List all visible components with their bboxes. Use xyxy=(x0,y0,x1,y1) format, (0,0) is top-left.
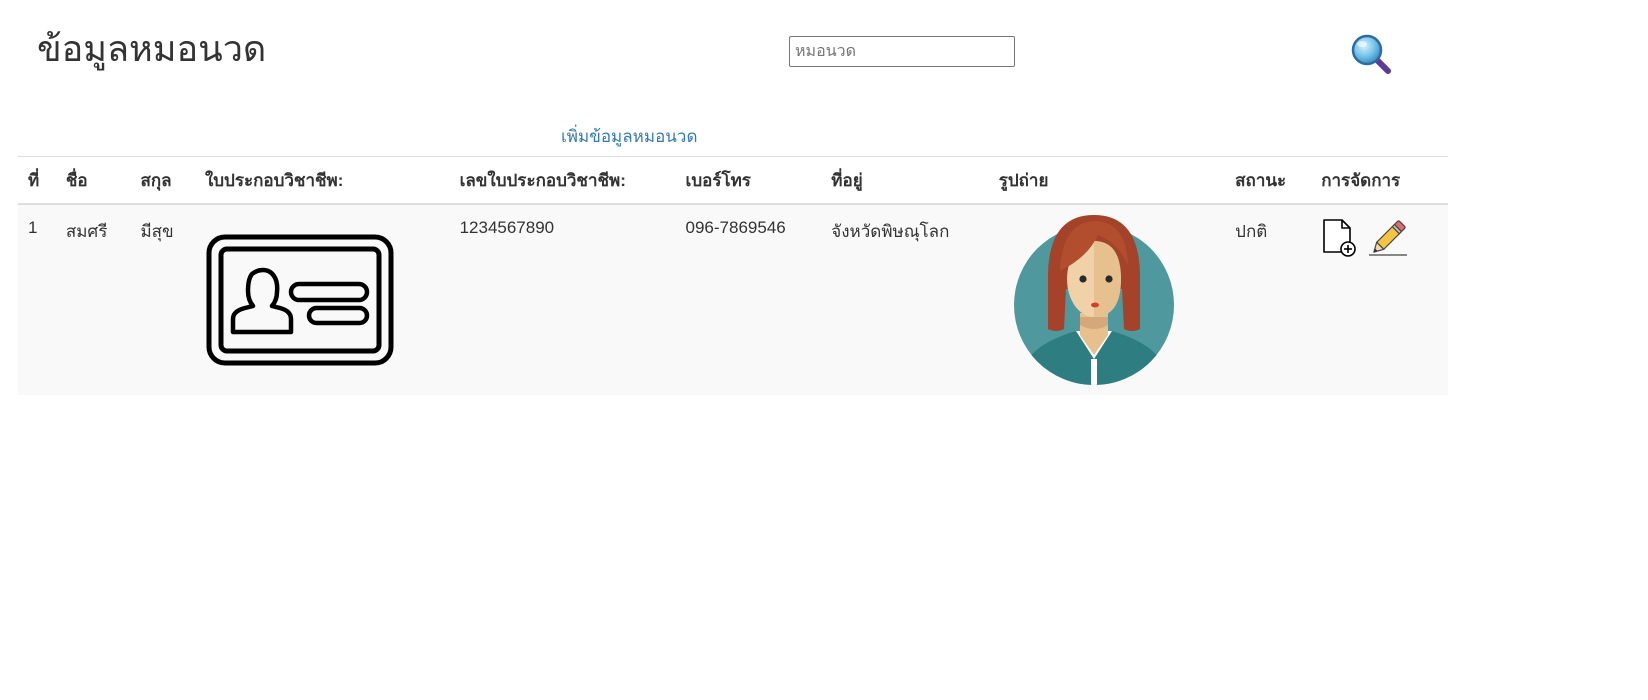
cell-license xyxy=(194,204,450,395)
pencil-icon xyxy=(1368,220,1407,256)
header-phone: เบอร์โทร xyxy=(675,156,822,205)
table-header-row: ที่ ชื่อ สกุล ใบประกอบวิชาชีพ: เลขใบประก… xyxy=(18,156,1448,205)
search-input[interactable] xyxy=(789,36,1015,67)
id-card-icon xyxy=(206,234,394,366)
cell-first-name: สมศรี xyxy=(55,204,131,395)
cell-no: 1 xyxy=(18,204,56,395)
search-button[interactable] xyxy=(1349,32,1393,76)
page-title: ข้อมูลหมอนวด xyxy=(37,28,267,69)
header-no: ที่ xyxy=(18,156,56,205)
header-first-name: ชื่อ xyxy=(55,156,131,205)
cell-status: ปกติ xyxy=(1225,204,1312,395)
cell-actions xyxy=(1311,204,1448,395)
cell-phone: 096-7869546 xyxy=(675,204,822,395)
cell-address: จังหวัดพิษณุโลก xyxy=(821,204,989,395)
magnifier-icon xyxy=(1351,34,1391,74)
masseuse-table: ที่ ชื่อ สกุล ใบประกอบวิชาชีพ: เลขใบประก… xyxy=(18,156,1448,395)
table-row: 1 สมศรี มีสุข 1234567890 096-7869546 จัง… xyxy=(18,204,1448,395)
cell-license-no: 1234567890 xyxy=(449,204,676,395)
cell-photo xyxy=(988,204,1226,395)
female-avatar xyxy=(1013,215,1174,385)
header-actions: การจัดการ xyxy=(1311,156,1448,205)
edit-button[interactable] xyxy=(1368,218,1408,258)
header-license: ใบประกอบวิชาชีพ: xyxy=(194,156,450,205)
header-status: สถานะ xyxy=(1225,156,1312,205)
add-masseuse-link[interactable]: เพิ่มข้อมูลหมอนวด xyxy=(561,123,698,150)
add-document-icon xyxy=(1323,219,1357,257)
add-document-button[interactable] xyxy=(1321,218,1357,258)
cell-last-name: มีสุข xyxy=(130,204,195,395)
header-address: ที่อยู่ xyxy=(821,156,989,205)
header-photo: รูปถ่าย xyxy=(988,156,1226,205)
header-license-no: เลขใบประกอบวิชาชีพ: xyxy=(449,156,676,205)
header-last-name: สกุล xyxy=(130,156,195,205)
